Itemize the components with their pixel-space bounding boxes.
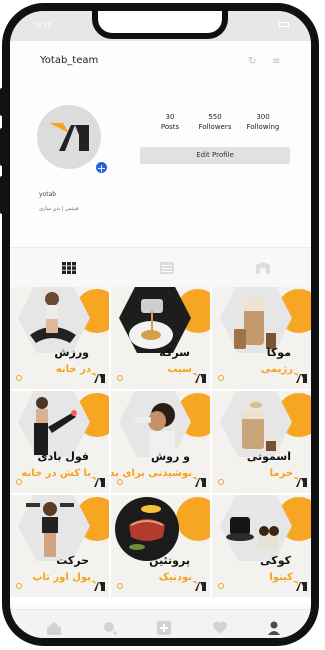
reels-icon[interactable]: [160, 262, 174, 274]
profile-header: Yotab_team ↻ ≡: [10, 41, 311, 69]
post-tile[interactable]: حرکت پول اور تاپ: [10, 495, 109, 597]
post-title: اسموتی: [246, 450, 291, 463]
post-title: پروتئین: [149, 554, 190, 567]
post-title: کوکی: [260, 554, 291, 567]
brand-logo-icon: [293, 373, 307, 383]
post-tile[interactable]: و روش نوشیدنی برای بدن: [111, 391, 210, 493]
grid-icon[interactable]: [62, 262, 76, 274]
stat-following-label: Following: [246, 123, 280, 131]
post-title: حرکت: [56, 554, 89, 567]
post-tile[interactable]: موکا رژیمی: [212, 287, 311, 389]
brand-logo-icon: [293, 581, 307, 591]
brand-logo-icon: [91, 373, 105, 383]
username: Yotab_team: [40, 55, 99, 66]
refresh-icon[interactable]: ↻: [248, 56, 256, 67]
post-subtitle: کینوا: [269, 572, 293, 583]
stat-followers-count: 550: [208, 113, 222, 121]
brand-logo-icon: [192, 477, 206, 487]
add-post-icon[interactable]: [156, 620, 172, 636]
stat-following-count: 300: [256, 113, 270, 121]
add-story-button[interactable]: +: [94, 160, 109, 175]
post-tile[interactable]: کوکی کینوا: [212, 495, 311, 597]
profile-tabs: [10, 247, 311, 287]
profile-bio: فیتنس | بدن سازی: [39, 206, 79, 212]
post-title: و روش: [150, 450, 190, 463]
post-tile[interactable]: ورزش در خانه: [10, 287, 109, 389]
post-tile[interactable]: فول بادی با کش در خانه: [10, 391, 109, 493]
brand-logo-icon: [192, 581, 206, 591]
post-subtitle: رژیمی: [260, 364, 293, 375]
heart-icon[interactable]: [212, 620, 228, 636]
brand-logo-icon: [91, 477, 105, 487]
status-time: 08:28: [34, 22, 52, 29]
phone-frame: 08:28 Yotab_team ↻ ≡ + 30 Posts 550 Foll…: [2, 3, 319, 646]
avatar[interactable]: [37, 105, 101, 169]
stat-following[interactable]: 300 Following: [238, 113, 288, 131]
post-subtitle: پول اور تاپ: [32, 572, 91, 583]
brand-logo-icon: [91, 581, 105, 591]
post-subtitle: نوشیدنی برای بدن: [111, 468, 192, 479]
post-tile[interactable]: پروتئین نودنیک: [111, 495, 210, 597]
brand-logo-icon: [293, 477, 307, 487]
phone-notch: [92, 11, 228, 39]
post-subtitle: با کش در خانه: [21, 468, 91, 479]
profile-section: + 30 Posts 550 Followers 300 Following E…: [10, 69, 311, 247]
brand-logo-icon: [192, 373, 206, 383]
stat-followers-label: Followers: [198, 123, 232, 131]
menu-icon[interactable]: ≡: [272, 56, 280, 67]
post-title: موکا: [266, 346, 291, 359]
edit-profile-button[interactable]: Edit Profile: [140, 147, 290, 164]
post-title: فول بادی: [37, 450, 89, 463]
stat-posts-count: 30: [165, 113, 175, 121]
post-title: ورزش: [54, 346, 89, 359]
brand-logo-icon: [49, 123, 89, 151]
woman-sitting-photo: [30, 292, 76, 343]
stat-posts[interactable]: 30 Posts: [145, 113, 195, 131]
bottom-nav: [10, 609, 311, 638]
post-tile[interactable]: سرکه سیب: [111, 287, 210, 389]
post-tile[interactable]: اسموتی خرما: [212, 391, 311, 493]
posts-grid: ورزش در خانه سرکه سیب موکا رژیمی فول باد…: [10, 287, 311, 603]
post-subtitle: در خانه: [55, 364, 91, 375]
stat-followers[interactable]: 550 Followers: [190, 113, 240, 131]
post-subtitle: خرما: [269, 468, 293, 479]
stat-posts-label: Posts: [160, 123, 180, 131]
post-title: سرکه: [159, 346, 190, 359]
home-icon[interactable]: [46, 620, 62, 636]
post-subtitle: سیب: [167, 364, 192, 375]
profile-icon[interactable]: [266, 620, 282, 636]
tagged-icon[interactable]: [256, 262, 270, 274]
profile-name: yotab: [39, 191, 57, 198]
search-icon[interactable]: [102, 620, 118, 636]
post-subtitle: نودنیک: [158, 572, 192, 583]
battery-icon: [279, 22, 289, 27]
